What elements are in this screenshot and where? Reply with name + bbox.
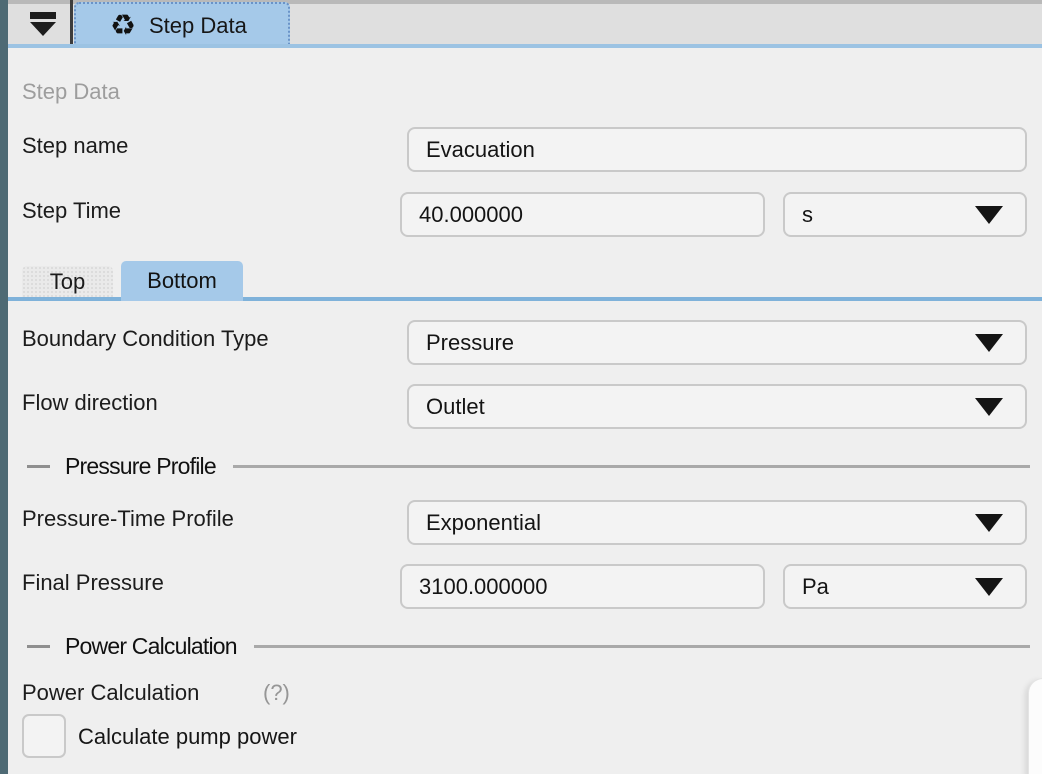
pressure-profile-section-title: Pressure Profile (65, 453, 216, 480)
pressure-time-profile-label: Pressure-Time Profile (22, 506, 234, 532)
panel-title: Step Data (22, 79, 120, 105)
step-name-label: Step name (22, 133, 128, 159)
flow-direction-row: Flow direction Outlet (0, 384, 1042, 429)
section-rule (233, 465, 1030, 468)
pressure-profile-section-header: Pressure Profile (22, 452, 1034, 480)
tab-bottom[interactable]: Bottom (121, 261, 243, 301)
step-time-input[interactable]: 40.000000 (400, 192, 765, 237)
step-time-label: Step Time (22, 198, 121, 224)
boundary-condition-type-value: Pressure (426, 330, 514, 356)
section-dash (27, 465, 50, 468)
power-calculation-section-header: Power Calculation (22, 632, 1034, 660)
chevron-bar-icon (30, 12, 56, 19)
tab-list-chevron-button[interactable] (22, 7, 64, 41)
flow-direction-label: Flow direction (22, 390, 158, 416)
recycle-icon: ♻ (110, 12, 136, 41)
boundary-sub-tabs: Top Bottom (0, 261, 1042, 301)
calculate-pump-power-checkbox[interactable] (22, 714, 66, 758)
power-calculation-section-title: Power Calculation (65, 633, 237, 660)
pressure-time-profile-value: Exponential (426, 510, 541, 536)
power-calculation-row: Power Calculation (?) (0, 674, 1042, 704)
dropdown-arrow-icon (975, 514, 1003, 532)
flow-direction-value: Outlet (426, 394, 485, 420)
step-data-panel: ♻ Step Data Step Data Step name Evacuati… (0, 0, 1042, 774)
chevron-down-icon (30, 22, 56, 36)
boundary-condition-type-label: Boundary Condition Type (22, 326, 269, 352)
step-time-unit-dropdown[interactable]: s (783, 192, 1027, 237)
final-pressure-row: Final Pressure 3100.000000 Pa (0, 564, 1042, 609)
pressure-time-profile-row: Pressure-Time Profile Exponential (0, 500, 1042, 545)
flow-direction-dropdown[interactable]: Outlet (407, 384, 1027, 429)
section-dash (27, 645, 50, 648)
dropdown-arrow-icon (975, 578, 1003, 596)
step-name-row: Step name Evacuation (0, 127, 1042, 172)
document-tab-bar: ♻ Step Data (8, 0, 1042, 48)
dropdown-arrow-icon (975, 334, 1003, 352)
tab-step-data-label: Step Data (149, 13, 247, 39)
calculate-pump-power-row: Calculate pump power (0, 714, 1042, 760)
final-pressure-unit-value: Pa (802, 574, 829, 600)
pressure-time-profile-dropdown[interactable]: Exponential (407, 500, 1027, 545)
tab-bar-underline (8, 44, 1042, 48)
boundary-condition-type-row: Boundary Condition Type Pressure (0, 320, 1042, 365)
boundary-condition-type-dropdown[interactable]: Pressure (407, 320, 1027, 365)
vertical-scrollbar-thumb[interactable] (1028, 678, 1042, 774)
section-rule (254, 645, 1030, 648)
help-icon[interactable]: (?) (263, 680, 290, 706)
final-pressure-label: Final Pressure (22, 570, 164, 596)
power-calculation-label: Power Calculation (22, 680, 199, 706)
tab-bar-separator (70, 0, 73, 44)
step-name-input[interactable]: Evacuation (407, 127, 1027, 172)
step-time-unit-value: s (802, 202, 813, 228)
final-pressure-unit-dropdown[interactable]: Pa (783, 564, 1027, 609)
dropdown-arrow-icon (975, 398, 1003, 416)
step-time-row: Step Time 40.000000 s (0, 192, 1042, 237)
final-pressure-input[interactable]: 3100.000000 (400, 564, 765, 609)
dropdown-arrow-icon (975, 206, 1003, 224)
tab-top[interactable]: Top (22, 266, 113, 297)
calculate-pump-power-label: Calculate pump power (78, 724, 297, 750)
tab-step-data[interactable]: ♻ Step Data (74, 2, 290, 48)
